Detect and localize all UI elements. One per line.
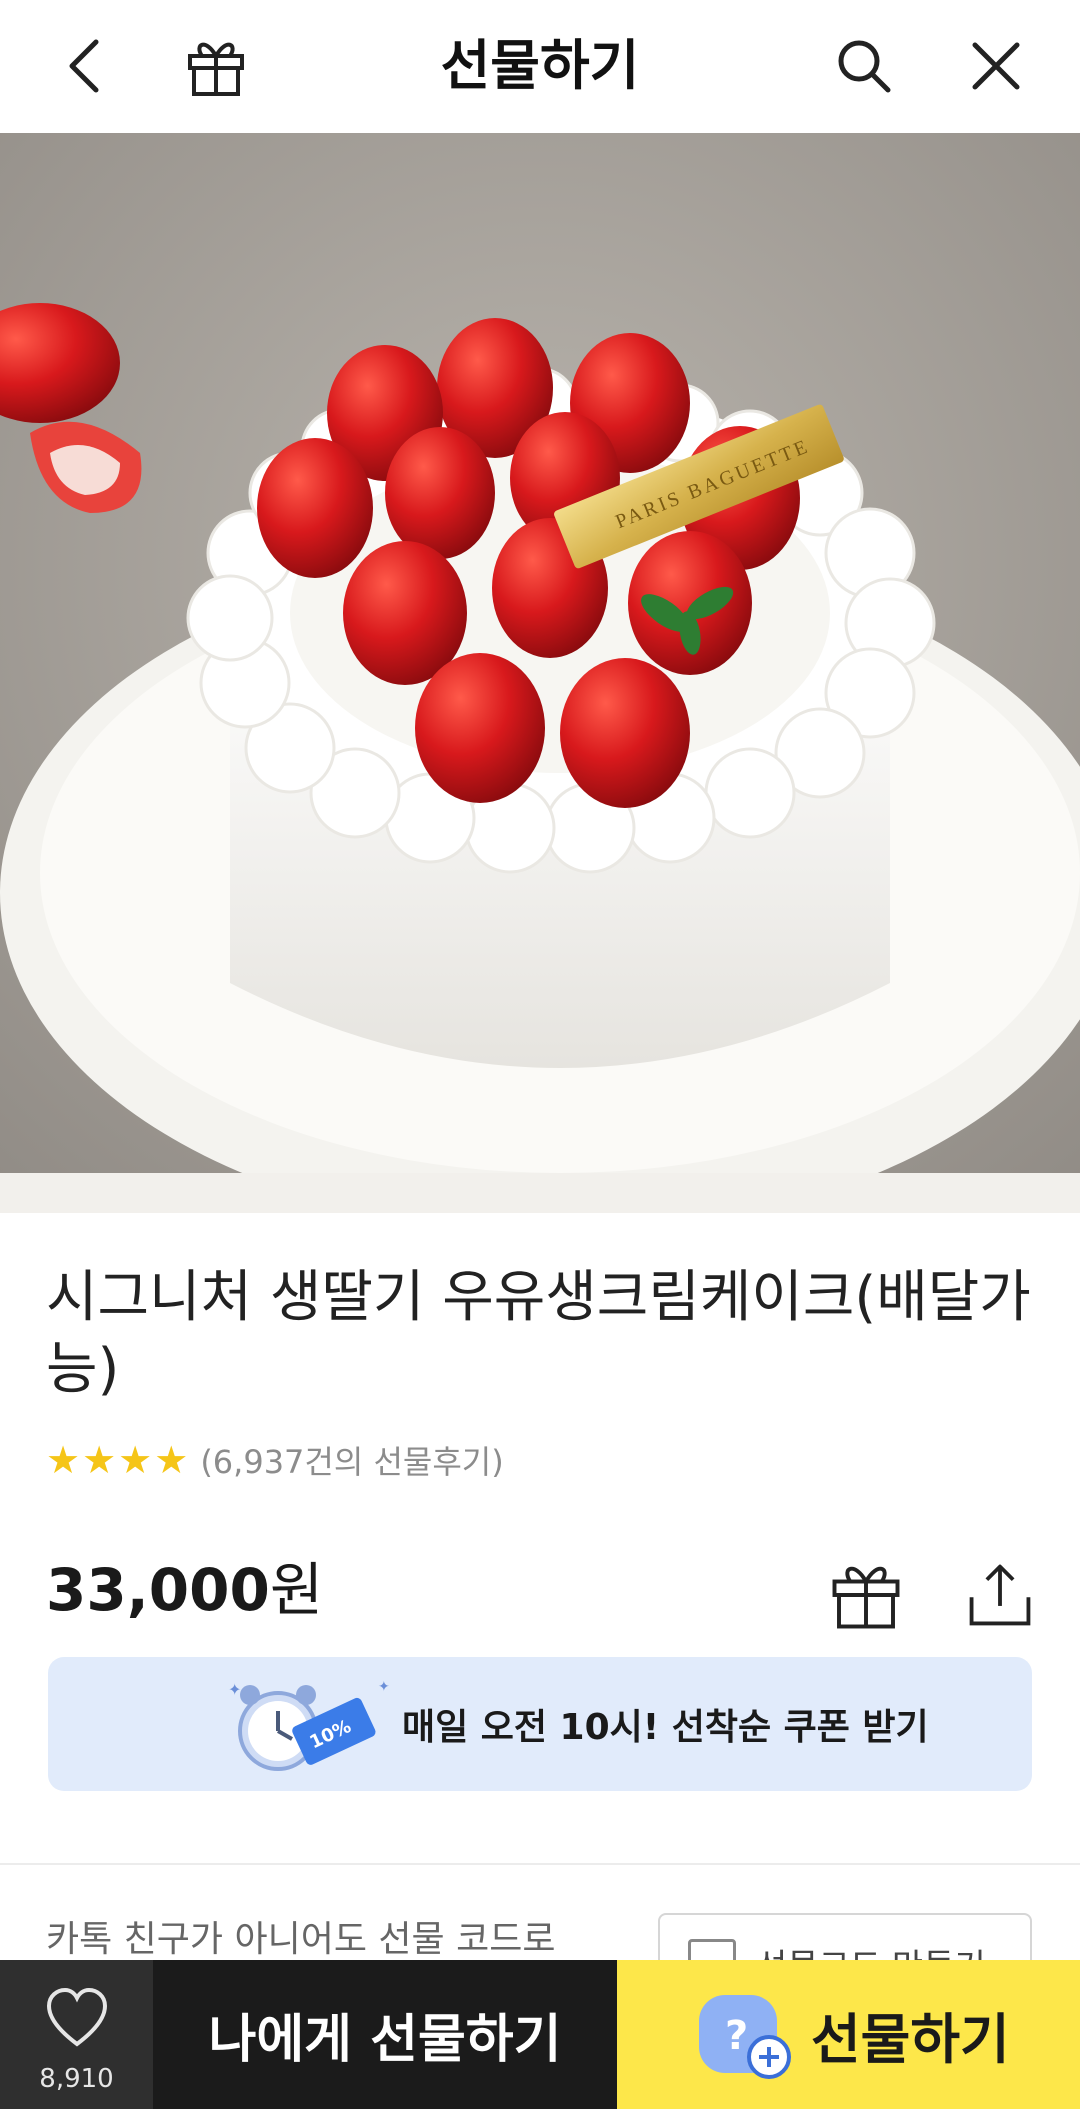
send-gift-label: 선물하기 [811,2008,1010,2071]
wish-button[interactable]: 8,910 [0,1960,153,2109]
price-number: 33,000 [46,1556,270,1624]
section-divider [0,1863,1080,1865]
product-image[interactable]: PARIS BAGUETTE [0,133,1080,1213]
gift-friend-icon: ? [699,1994,791,2079]
rating-row[interactable]: ★ ★ ★ ★ (6,937건의 선물후기) [46,1437,504,1483]
send-gift-button[interactable]: ? 선물하기 [617,1960,1080,2109]
bottom-action-bar: 8,910 나에게 선물하기 ? 선물하기 [0,1960,1080,2109]
star-icon: ★ [46,1438,81,1482]
heart-icon [46,1988,108,2047]
gift-icon [832,1566,900,1629]
share-icon [969,1564,1031,1626]
svg-text:✦: ✦ [228,1680,241,1699]
star-icon: ★ [118,1438,153,1482]
coupon-banner[interactable]: ✦ ✦ 10% 매일 오전 10시! 선착순 쿠폰 받기 [48,1657,1032,1791]
rating-stars: ★ ★ ★ ★ [46,1441,188,1479]
page-title: 선물하기 [440,34,640,97]
search-button[interactable] [826,28,902,104]
alarm-clock-coupon-icon: ✦ ✦ 10% [228,1679,390,1771]
svg-text:✦: ✦ [378,1679,390,1695]
price-unit: 원 [269,1556,324,1624]
gift-to-me-button[interactable]: 나에게 선물하기 [153,1960,617,2109]
wish-count: 8,910 [39,2064,114,2094]
svg-text:?: ? [725,2013,748,2059]
share-button[interactable] [960,1555,1040,1635]
wishlist-gift-button[interactable] [826,1555,906,1635]
top-navigation-bar: 선물하기 [0,0,1080,133]
product-title: 시그니처 생딸기 우유생크림케이크(배달가능) [46,1265,1031,1402]
gift-code-description: 카톡 친구가 아니어도 선물 코드로 [46,1919,556,1960]
star-icon: ★ [154,1438,189,1482]
coupon-text: 매일 오전 10시! 선착순 쿠폰 받기 [402,1707,929,1748]
price: 33,000원 [46,1555,323,1625]
close-button[interactable] [958,28,1034,104]
star-icon: ★ [82,1438,117,1482]
search-icon [838,40,891,93]
review-count[interactable]: (6,937건의 선물후기) [200,1437,503,1483]
close-icon [972,42,1020,90]
